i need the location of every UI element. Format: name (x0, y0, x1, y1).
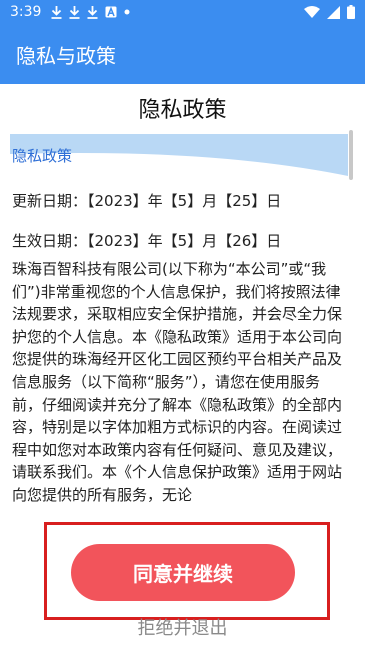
updated-date: 更新日期：【2023】年【5】月【25】日 (12, 192, 282, 210)
effective-date: 生效日期：【2023】年【5】月【26】日 (12, 232, 282, 250)
signal-icon (327, 5, 340, 19)
download-icon (51, 5, 62, 19)
download-icon (69, 5, 80, 19)
app-bar: 隐私与政策 (0, 24, 365, 84)
notification-icons (51, 5, 130, 19)
wifi-icon (304, 6, 320, 18)
document-title: 隐私政策 (138, 98, 227, 123)
agree-continue-button[interactable]: 同意并继续 (71, 544, 295, 601)
app-bar-title: 隐私与政策 (16, 43, 116, 68)
status-bar: 3:39 (0, 0, 365, 24)
scrollbar[interactable] (349, 130, 353, 180)
policy-body-text: 珠海百智科技有限公司(以下称为“本公司”或“我们”)非常重视您的个人信息保护，我… (12, 260, 343, 504)
refuse-exit-link[interactable]: 拒绝并退出 (0, 614, 365, 640)
section-heading: 隐私政策 (12, 147, 73, 165)
text-a-icon (105, 6, 117, 18)
download-icon (87, 5, 98, 19)
battery-icon (347, 5, 355, 19)
system-icons (304, 5, 355, 19)
status-time: 3:39 (10, 4, 42, 20)
policy-content: 隐私政策 隐私政策 更新日期：【2023】年【5】月【25】日 生效日期：【20… (0, 84, 365, 650)
dot-icon (124, 9, 130, 15)
